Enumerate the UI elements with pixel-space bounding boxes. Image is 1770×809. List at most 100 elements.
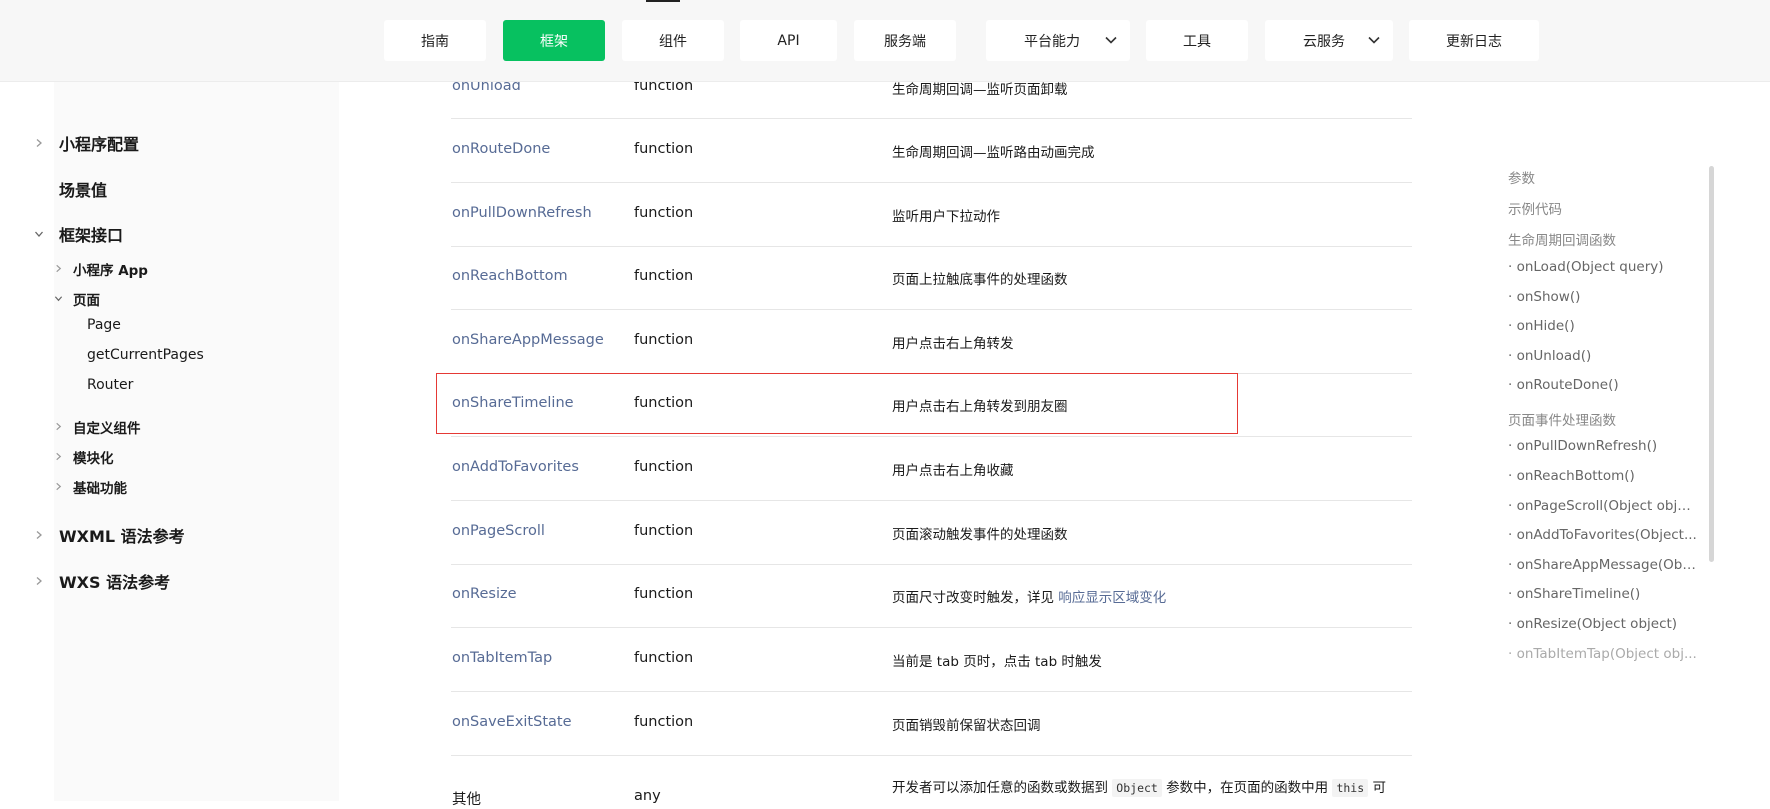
chevron-right-icon bbox=[56, 422, 62, 431]
sidebar-item-wxml[interactable]: WXML 语法参考 bbox=[34, 524, 185, 546]
toc-item[interactable]: · onUnload() bbox=[1508, 348, 1591, 364]
sidebar-item-label: 模块化 bbox=[73, 451, 114, 467]
api-type: function bbox=[634, 714, 694, 730]
toc-item[interactable]: · onPageScroll(Object obje... bbox=[1508, 498, 1698, 514]
toc-item[interactable]: · onRouteDone() bbox=[1508, 377, 1619, 393]
table-row: onRouteDone function 生命周期回调—监听路由动画完成 bbox=[451, 119, 1412, 183]
toc-item[interactable]: 页面事件处理函数 bbox=[1508, 409, 1616, 429]
sidebar-item-config[interactable]: 小程序配置 bbox=[34, 132, 139, 154]
api-name-link[interactable]: onReachBottom bbox=[452, 268, 568, 284]
nav-indicator bbox=[646, 0, 680, 2]
api-name-link[interactable]: onPullDownRefresh bbox=[452, 205, 592, 221]
sidebar-item-label: 自定义组件 bbox=[73, 421, 141, 437]
nav-tab-label: 平台能力 bbox=[1024, 33, 1080, 50]
toc-item[interactable]: · onShow() bbox=[1508, 289, 1580, 305]
nav-tab-changelog[interactable]: 更新日志 bbox=[1409, 20, 1539, 61]
nav-tab-label: 指南 bbox=[421, 33, 449, 50]
api-name-link[interactable]: onSaveExitState bbox=[452, 714, 572, 730]
api-description: 用户点击右上角收藏 bbox=[892, 463, 1014, 479]
resize-doc-link[interactable]: 响应显示区域变化 bbox=[1058, 590, 1166, 606]
toc-item[interactable]: 生命周期回调函数 bbox=[1508, 229, 1616, 249]
table-row: onPageScroll function 页面滚动触发事件的处理函数 bbox=[451, 501, 1412, 565]
table-row: 其他 any 开发者可以添加任意的函数或数据到 Object 参数中，在页面的函… bbox=[451, 756, 1412, 808]
sidebar-item-router[interactable]: Router bbox=[87, 375, 133, 395]
sidebar-item-wxs[interactable]: WXS 语法参考 bbox=[34, 570, 170, 592]
sidebar-item-custom-components[interactable]: 自定义组件 bbox=[54, 417, 141, 437]
chevron-right-icon bbox=[56, 264, 62, 273]
api-description: 页面尺寸改变时触发，详见 响应显示区域变化 bbox=[892, 586, 1166, 606]
api-name-link[interactable]: onShareAppMessage bbox=[452, 332, 604, 348]
api-description: 页面上拉触底事件的处理函数 bbox=[892, 272, 1068, 288]
api-name-link[interactable]: onPageScroll bbox=[452, 523, 545, 539]
sidebar-item-getcurrentpages[interactable]: getCurrentPages bbox=[87, 345, 204, 365]
api-description: 页面滚动触发事件的处理函数 bbox=[892, 527, 1068, 543]
api-name-link[interactable]: onTabItemTap bbox=[452, 650, 552, 666]
toc-item[interactable]: · onResize(Object object) bbox=[1508, 616, 1677, 632]
sidebar-item-label: 基础功能 bbox=[73, 481, 127, 497]
toc-item[interactable]: · onReachBottom() bbox=[1508, 468, 1635, 484]
sidebar-item-basics[interactable]: 基础功能 bbox=[54, 477, 127, 497]
inline-code: Object bbox=[1112, 779, 1162, 797]
api-name-link[interactable]: onAddToFavorites bbox=[452, 459, 579, 475]
sidebar-item-label: getCurrentPages bbox=[87, 347, 204, 363]
api-description-text: 参数中，在页面的函数中用 bbox=[1166, 780, 1329, 796]
sidebar-item-scenes[interactable]: 场景值 bbox=[59, 178, 107, 200]
api-description: 开发者可以添加任意的函数或数据到 Object 参数中，在页面的函数中用 thi… bbox=[892, 776, 1386, 797]
sidebar-item-label: WXML 语法参考 bbox=[59, 527, 185, 546]
sidebar-item-label: 页面 bbox=[73, 293, 100, 309]
nav-tab-label: 组件 bbox=[659, 33, 687, 50]
api-type: function bbox=[634, 650, 694, 666]
nav-tab-api[interactable]: API bbox=[740, 20, 837, 61]
nav-tab-label: 更新日志 bbox=[1446, 33, 1502, 50]
api-name-link[interactable]: onResize bbox=[452, 586, 517, 602]
toc-item[interactable]: · onLoad(Object query) bbox=[1508, 259, 1664, 275]
nav-tab-framework[interactable]: 框架 bbox=[503, 20, 605, 61]
api-type: function bbox=[634, 459, 694, 475]
toc-item[interactable]: · onAddToFavorites(Object... bbox=[1508, 527, 1697, 543]
nav-tab-label: 框架 bbox=[540, 33, 568, 50]
nav-tab-label: 服务端 bbox=[884, 33, 926, 50]
toc-item[interactable]: · onShareAppMessage(Obj... bbox=[1508, 557, 1698, 573]
api-description: 监听用户下拉动作 bbox=[892, 209, 1000, 225]
nav-tab-platform[interactable]: 平台能力 bbox=[986, 20, 1130, 61]
chevron-right-icon bbox=[56, 482, 62, 491]
sidebar-item-label: 框架接口 bbox=[59, 226, 124, 245]
chevron-down-icon bbox=[54, 296, 63, 302]
chevron-right-icon bbox=[36, 139, 42, 147]
inline-code: this bbox=[1332, 779, 1369, 797]
sidebar-item-label: 小程序 App bbox=[73, 263, 148, 279]
api-description: 生命周期回调—监听路由动画完成 bbox=[892, 145, 1095, 161]
table-row: onShareTimeline function 用户点击右上角转发到朋友圈 bbox=[451, 374, 1412, 437]
chevron-down-icon bbox=[35, 231, 43, 237]
sidebar-item-label: 场景值 bbox=[59, 181, 108, 200]
chevron-down-icon bbox=[1105, 36, 1117, 44]
toc-item[interactable]: · onHide() bbox=[1508, 318, 1575, 334]
api-name: 其他 bbox=[452, 792, 481, 808]
api-type: function bbox=[634, 586, 694, 602]
toc-item[interactable]: 示例代码 bbox=[1508, 198, 1562, 218]
api-name-link[interactable]: onShareTimeline bbox=[452, 395, 574, 411]
toc-item[interactable]: · onPullDownRefresh() bbox=[1508, 438, 1657, 454]
api-name-link[interactable]: onRouteDone bbox=[452, 141, 550, 157]
sidebar-item-modules[interactable]: 模块化 bbox=[54, 447, 114, 467]
nav-tab-components[interactable]: 组件 bbox=[622, 20, 724, 61]
toc-scrollbar[interactable] bbox=[1709, 166, 1714, 562]
nav-tab-guide[interactable]: 指南 bbox=[384, 20, 486, 61]
toc-item[interactable]: · onShareTimeline() bbox=[1508, 586, 1640, 602]
sidebar-item-framework-api[interactable]: 框架接口 bbox=[34, 223, 123, 245]
api-type: function bbox=[634, 205, 694, 221]
sidebar-item-label: 小程序配置 bbox=[59, 135, 140, 154]
sidebar-item-app[interactable]: 小程序 App bbox=[54, 259, 148, 279]
sidebar-item-label: Router bbox=[87, 377, 134, 393]
api-type: function bbox=[634, 523, 694, 539]
chevron-down-icon bbox=[1368, 36, 1380, 44]
nav-tab-server[interactable]: 服务端 bbox=[854, 20, 956, 61]
nav-tab-tools[interactable]: 工具 bbox=[1146, 20, 1248, 61]
api-description: 用户点击右上角转发到朋友圈 bbox=[892, 399, 1068, 415]
sidebar-item-page-ref[interactable]: Page bbox=[87, 315, 121, 335]
sidebar-item-page[interactable]: 页面 bbox=[54, 289, 100, 309]
nav-tab-cloud[interactable]: 云服务 bbox=[1265, 20, 1393, 61]
toc-item[interactable]: 参数 bbox=[1508, 167, 1535, 187]
toc-item[interactable]: · onTabItemTap(Object obj... bbox=[1508, 646, 1697, 662]
table-row: onTabItemTap function 当前是 tab 页时，点击 tab … bbox=[451, 628, 1412, 692]
